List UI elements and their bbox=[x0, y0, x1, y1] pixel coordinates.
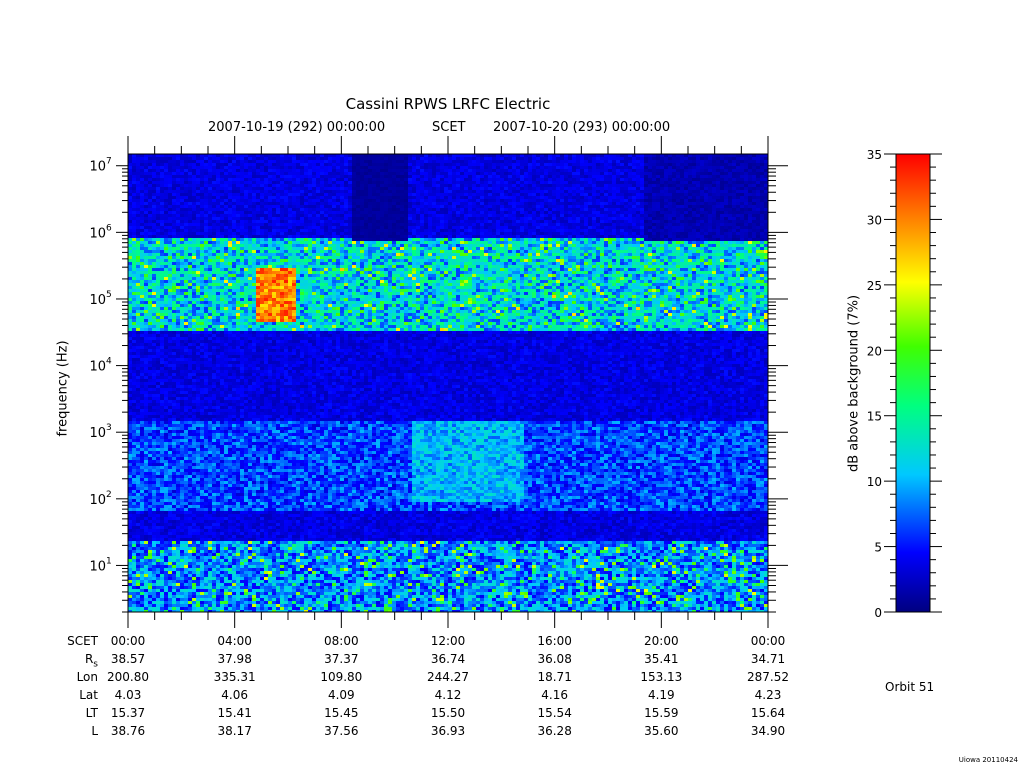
ephemeris-value: 15.41 bbox=[195, 706, 275, 720]
ephemeris-value: 35.41 bbox=[621, 652, 701, 666]
ephemeris-value: 34.71 bbox=[728, 652, 808, 666]
ephemeris-value: 37.98 bbox=[195, 652, 275, 666]
y-tick-exponent: 5 bbox=[106, 290, 112, 300]
y-tick-exponent: 1 bbox=[106, 556, 112, 566]
x-tick-label: 12:00 bbox=[408, 634, 488, 648]
colorbar-label: dB above background (7%) bbox=[847, 294, 862, 474]
y-tick-label: 10 bbox=[89, 426, 106, 441]
ephemeris-value: 37.56 bbox=[301, 724, 381, 738]
ephemeris-value: 35.60 bbox=[621, 724, 701, 738]
ephemeris-value: 38.17 bbox=[195, 724, 275, 738]
ephemeris-value: 15.50 bbox=[408, 706, 488, 720]
x-tick-label: 08:00 bbox=[301, 634, 381, 648]
ephemeris-value: 109.80 bbox=[301, 670, 381, 684]
orbit-label: Orbit 51 bbox=[885, 680, 934, 694]
ephemeris-value: 4.23 bbox=[728, 688, 808, 702]
y-tick-exponent: 2 bbox=[106, 490, 112, 500]
x-tick-label: 16:00 bbox=[515, 634, 595, 648]
ephemeris-value: 18.71 bbox=[515, 670, 595, 684]
x-tick-label: 00:00 bbox=[88, 634, 168, 648]
x-tick-label: 04:00 bbox=[195, 634, 275, 648]
y-tick-label: 10 bbox=[89, 559, 106, 574]
y-tick-label: 10 bbox=[89, 293, 106, 308]
ephemeris-value: 36.93 bbox=[408, 724, 488, 738]
version-stamp: Uiowa 20110424 bbox=[959, 756, 1018, 764]
ephemeris-value: 15.37 bbox=[88, 706, 168, 720]
ephemeris-value: 287.52 bbox=[728, 670, 808, 684]
ephemeris-value: 244.27 bbox=[408, 670, 488, 684]
y-tick-exponent: 4 bbox=[106, 357, 112, 367]
y-tick-label: 10 bbox=[89, 360, 106, 375]
ephemeris-value: 15.54 bbox=[515, 706, 595, 720]
colorbar-tick-label: 5 bbox=[874, 541, 882, 555]
ephemeris-value: 15.64 bbox=[728, 706, 808, 720]
ephemeris-value: 4.06 bbox=[195, 688, 275, 702]
colorbar-tick-label: 10 bbox=[867, 475, 882, 489]
ephemeris-value: 36.28 bbox=[515, 724, 595, 738]
y-tick-exponent: 3 bbox=[106, 423, 112, 433]
ephemeris-value: 15.45 bbox=[301, 706, 381, 720]
ephemeris-value: 4.19 bbox=[621, 688, 701, 702]
ephemeris-value: 4.03 bbox=[88, 688, 168, 702]
ephemeris-value: 4.12 bbox=[408, 688, 488, 702]
ephemeris-value: 4.16 bbox=[515, 688, 595, 702]
colorbar-tick-label: 30 bbox=[867, 213, 882, 227]
y-tick-exponent: 7 bbox=[106, 157, 112, 167]
colorbar-tick-label: 15 bbox=[867, 410, 882, 424]
ephemeris-value: 15.59 bbox=[621, 706, 701, 720]
colorbar-tick-label: 0 bbox=[874, 606, 882, 620]
ephemeris-value: 38.76 bbox=[88, 724, 168, 738]
y-tick-label: 10 bbox=[89, 160, 106, 175]
y-tick-exponent: 6 bbox=[106, 223, 112, 233]
ephemeris-value: 4.09 bbox=[301, 688, 381, 702]
colorbar: 0 5 10 15 20 25 30 35 bbox=[867, 148, 942, 620]
colorbar-tick-label: 25 bbox=[867, 279, 882, 293]
ephemeris-value: 38.57 bbox=[88, 652, 168, 666]
x-tick-label: 20:00 bbox=[621, 634, 701, 648]
ephemeris-value: 335.31 bbox=[195, 670, 275, 684]
ephemeris-value: 200.80 bbox=[88, 670, 168, 684]
colorbar-tick-label: 20 bbox=[867, 344, 882, 358]
colorbar-gradient bbox=[896, 154, 930, 612]
y-tick-label: 10 bbox=[89, 226, 106, 241]
colorbar-tick-label: 35 bbox=[867, 148, 882, 162]
ylabel-frequency: frequency (Hz) bbox=[56, 304, 71, 474]
ephemeris-value: 36.74 bbox=[408, 652, 488, 666]
ephemeris-value: 37.37 bbox=[301, 652, 381, 666]
y-tick-label: 10 bbox=[89, 493, 106, 508]
ephemeris-value: 34.90 bbox=[728, 724, 808, 738]
x-tick-label: 00:00 bbox=[728, 634, 808, 648]
spectrogram-cells bbox=[128, 154, 768, 613]
ephemeris-value: 153.13 bbox=[621, 670, 701, 684]
ephemeris-value: 36.08 bbox=[515, 652, 595, 666]
